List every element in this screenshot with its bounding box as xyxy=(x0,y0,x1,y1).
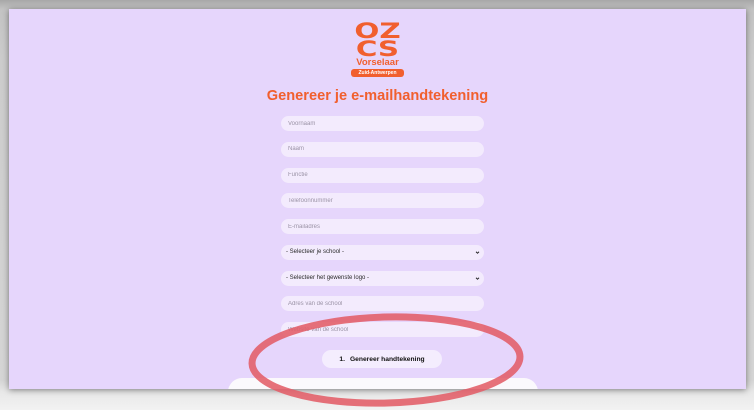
chevron-down-icon xyxy=(475,251,480,254)
logo-select-value: - Selecteer het gewenste logo - xyxy=(286,274,370,281)
email-input[interactable] xyxy=(281,219,484,234)
school-select[interactable]: - Selecteer je school - xyxy=(281,244,484,260)
school-select-value: - Selecteer je school - xyxy=(286,248,345,255)
logo-mark-bottom: CS xyxy=(355,37,400,61)
logo-select[interactable]: - Selecteer het gewenste logo - xyxy=(281,270,484,286)
chevron-down-icon xyxy=(475,276,480,280)
phone-input[interactable] xyxy=(281,193,484,209)
page-title: Genereer je e-mailhandtekening xyxy=(266,88,489,104)
signature-preview-card xyxy=(228,378,538,389)
page-background: OZ CS Vorselaar Zuid-Antwerpen Genereer … xyxy=(9,9,746,389)
generate-button-label: Genereer handtekening xyxy=(349,355,425,363)
chevron-down-icon-path xyxy=(475,276,480,280)
signature-form: - Selecteer je school - - Selecteer het … xyxy=(281,116,484,337)
logo-region-badge: Zuid-Antwerpen xyxy=(351,69,404,77)
last-name-input[interactable] xyxy=(281,141,484,157)
school-address-input[interactable] xyxy=(281,296,484,312)
generate-button-step: 1. xyxy=(339,355,345,363)
job-title-input[interactable] xyxy=(281,167,484,183)
chevron-down-icon-path xyxy=(475,251,480,254)
school-website-input[interactable] xyxy=(281,322,484,337)
first-name-input[interactable] xyxy=(281,116,484,131)
school-logo: OZ CS Vorselaar Zuid-Antwerpen xyxy=(9,21,746,77)
generate-signature-button[interactable]: 1. Genereer handtekening xyxy=(322,350,442,368)
